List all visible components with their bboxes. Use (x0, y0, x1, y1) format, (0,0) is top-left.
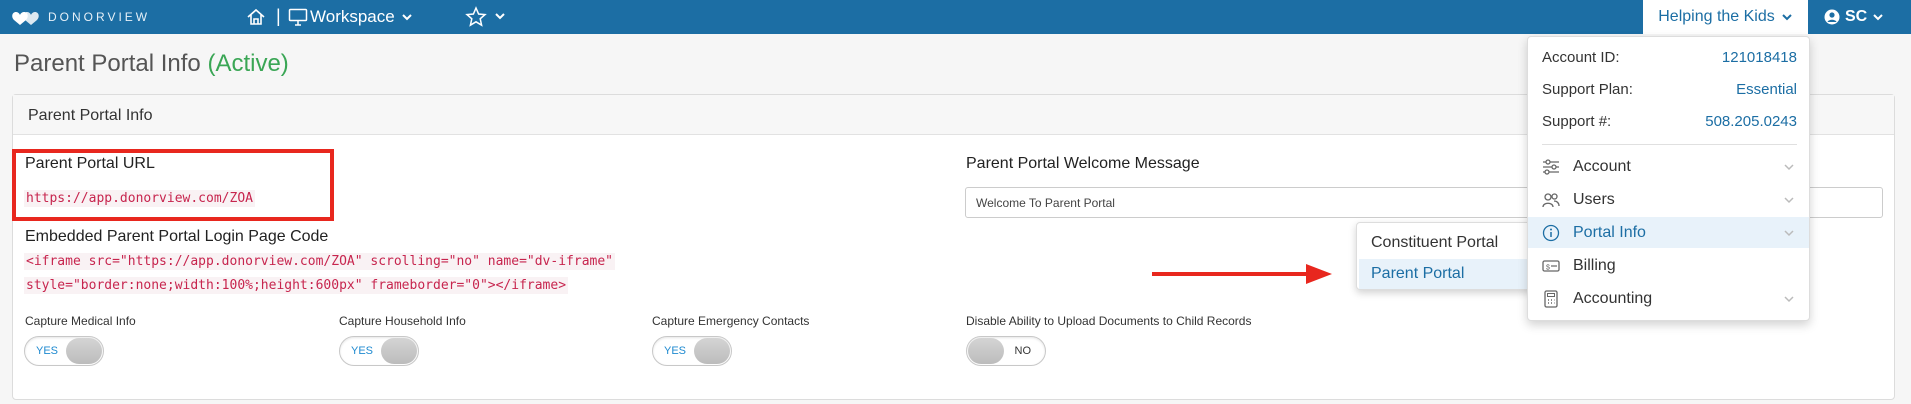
toggle-state: NO (1014, 345, 1032, 357)
account-id-label: Account ID: (1542, 49, 1620, 66)
menu-item-label: Billing (1573, 256, 1616, 274)
chevron-down-icon (1873, 14, 1883, 21)
user-initials: SC (1845, 8, 1868, 25)
nav-separator: | (276, 6, 281, 26)
favorites-chevron-down-icon[interactable] (494, 10, 506, 22)
embed-code-label: Embedded Parent Portal Login Page Code (25, 228, 329, 245)
support-phone-value[interactable]: 508.205.0243 (1705, 113, 1797, 130)
toggle-knob (381, 338, 417, 364)
page-title: Parent Portal Info (Active) (14, 50, 289, 78)
support-plan-row: Support Plan: Essential (1542, 81, 1797, 98)
menu-item-label: Portal Info (1573, 223, 1646, 241)
embed-code-line-2[interactable]: style="border:none;width:100%;height:600… (24, 277, 569, 294)
menu-item-portal-info[interactable]: Portal Info (1528, 217, 1809, 248)
account-id-row: Account ID: 121018418 (1542, 49, 1797, 66)
sliders-icon (1543, 158, 1559, 175)
menu-item-label: Users (1573, 190, 1615, 208)
toggle-state: YES (351, 345, 374, 357)
capture-medical-toggle[interactable]: YES (24, 336, 104, 366)
chevron-down-icon (1782, 14, 1792, 21)
embed-code-line-1[interactable]: <iframe src="https://app.donorview.com/Z… (24, 253, 615, 270)
page-title-text: Parent Portal Info (14, 50, 201, 77)
status-label: (Active) (207, 50, 289, 77)
donorview-logo[interactable]: DONORVIEW (10, 8, 150, 26)
capture-household-toggle[interactable]: YES (339, 336, 419, 366)
chevron-down-icon (1784, 196, 1794, 203)
menu-item-label: Account (1573, 157, 1631, 175)
toggle-knob (66, 338, 102, 364)
support-phone-row: Support #: 508.205.0243 (1542, 113, 1797, 130)
portal-url-label: Parent Portal URL (25, 155, 155, 172)
svg-text:$: $ (1546, 264, 1550, 271)
submenu-parent-portal[interactable]: Parent Portal (1371, 265, 1464, 283)
support-plan-label: Support Plan: (1542, 81, 1633, 98)
organization-menu-button[interactable]: Helping the Kids (1643, 0, 1808, 34)
heart-hands-logo-icon (12, 12, 39, 25)
toggle-knob (694, 338, 730, 364)
menu-divider (1542, 144, 1797, 145)
org-name: Helping the Kids (1658, 8, 1775, 25)
account-id-value: 121018418 (1721, 49, 1797, 66)
logo-text: DONORVIEW (48, 10, 151, 24)
chevron-down-icon (402, 14, 412, 21)
red-arrow-icon (1152, 264, 1332, 284)
chevron-down-icon (1784, 229, 1794, 236)
user-circle-icon (1824, 9, 1840, 25)
home-icon[interactable] (246, 7, 266, 27)
favorites-star-icon[interactable] (465, 6, 487, 28)
support-plan-value[interactable]: Essential (1736, 81, 1797, 98)
info-icon (1542, 224, 1560, 241)
toggle-label-household: Capture Household Info (339, 314, 466, 328)
user-menu-button[interactable]: SC (1812, 0, 1911, 34)
workspace-label: Workspace (310, 7, 395, 26)
calculator-icon (1544, 289, 1558, 308)
menu-item-billing[interactable]: $ Billing (1528, 250, 1809, 281)
disable-upload-toggle[interactable]: NO (966, 336, 1046, 366)
menu-item-accounting[interactable]: Accounting (1528, 283, 1809, 314)
toggle-state: YES (664, 345, 687, 357)
welcome-message-label: Parent Portal Welcome Message (966, 155, 1200, 172)
support-phone-label: Support #: (1542, 113, 1612, 130)
top-navbar: DONORVIEW | Workspace Helping the Kids S… (0, 0, 1911, 34)
workspace-menu[interactable]: Workspace (310, 7, 413, 27)
account-dropdown-menu: Account ID: 121018418 Support Plan: Esse… (1527, 36, 1810, 321)
toggle-label-disable-upload: Disable Ability to Upload Documents to C… (966, 314, 1252, 328)
billing-icon: $ (1542, 259, 1560, 272)
toggle-state: YES (36, 345, 59, 357)
portal-info-submenu: Constituent Portal Parent Portal (1356, 222, 1537, 290)
menu-item-account[interactable]: Account (1528, 151, 1809, 182)
toggle-knob (968, 338, 1004, 364)
capture-emergency-toggle[interactable]: YES (652, 336, 732, 366)
menu-item-label: Accounting (1573, 289, 1653, 307)
chevron-down-icon (1784, 295, 1794, 302)
submenu-constituent-portal[interactable]: Constituent Portal (1371, 234, 1498, 252)
chevron-down-icon (1784, 163, 1794, 170)
toggle-label-medical: Capture Medical Info (25, 314, 136, 328)
toggle-label-emergency: Capture Emergency Contacts (652, 314, 810, 328)
users-icon (1542, 192, 1560, 207)
monitor-icon (288, 8, 308, 26)
menu-item-users[interactable]: Users (1528, 184, 1809, 215)
portal-url-value[interactable]: https://app.donorview.com/ZOA (24, 190, 255, 207)
